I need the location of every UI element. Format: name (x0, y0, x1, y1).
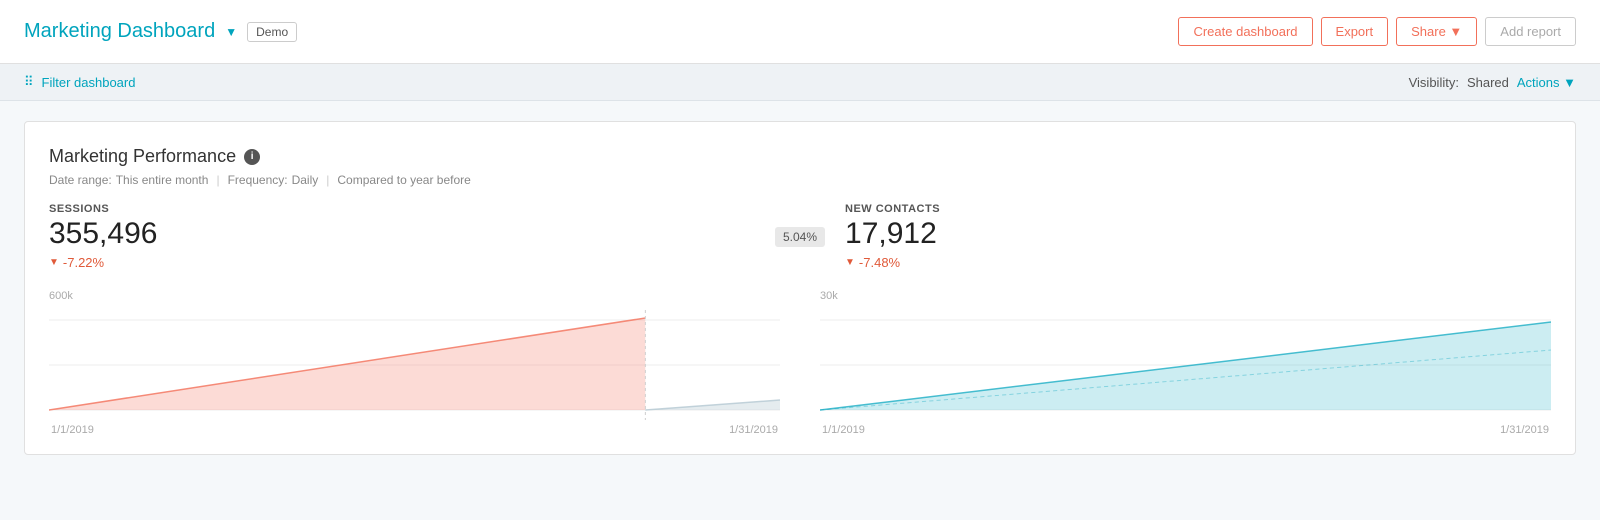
filter-bar: ⠿ Filter dashboard Visibility: Shared Ac… (0, 64, 1600, 101)
compared-label: Compared to year before (337, 173, 470, 187)
sessions-value: 355,496 (49, 217, 755, 251)
sessions-chart-svg (49, 310, 780, 420)
marketing-performance-card: Marketing Performance i Date range: This… (24, 121, 1576, 455)
stats-row: SESSIONS 355,496 ▼ -7.22% 5.04% NEW CONT… (49, 203, 1551, 270)
meta-separator-2: | (326, 173, 329, 187)
frequency-value: Daily (292, 173, 319, 187)
demo-badge: Demo (247, 22, 297, 42)
sessions-chart: 600k 1/1/2019 1/31/20 (49, 290, 780, 430)
sessions-stat-block: SESSIONS 355,496 ▼ -7.22% (49, 203, 755, 270)
date-range-value: This entire month (116, 173, 209, 187)
frequency-label: Frequency: (228, 173, 288, 187)
sessions-x-start: 1/1/2019 (51, 424, 94, 436)
new-contacts-chart: 30k 1/1/2019 1/31/2019 (820, 290, 1551, 430)
visibility-value: Shared (1467, 75, 1509, 90)
filter-right: Visibility: Shared Actions ▼ (1409, 75, 1576, 90)
sessions-x-end: 1/31/2019 (729, 424, 778, 436)
create-dashboard-button[interactable]: Create dashboard (1178, 17, 1312, 46)
chart-spacer (780, 290, 820, 430)
new-contacts-change-value: -7.48% (859, 255, 900, 270)
new-contacts-value: 17,912 (845, 217, 1551, 251)
filter-label: Filter dashboard (42, 75, 136, 90)
card-title-text: Marketing Performance (49, 146, 236, 167)
dashboard-title: Marketing Dashboard (24, 20, 215, 43)
charts-row: 600k 1/1/2019 1/31/20 (49, 290, 1551, 430)
header-right: Create dashboard Export Share ▼ Add repo… (1178, 17, 1576, 46)
export-button[interactable]: Export (1321, 17, 1389, 46)
meta-separator-1: | (216, 173, 219, 187)
contacts-chart-svg (820, 310, 1551, 420)
new-contacts-label: NEW CONTACTS (845, 203, 1551, 215)
visibility-label: Visibility: (1409, 75, 1459, 90)
new-contacts-change: ▼ -7.48% (845, 255, 1551, 270)
filter-dashboard-button[interactable]: ⠿ Filter dashboard (24, 74, 135, 90)
title-dropdown-icon[interactable]: ▼ (225, 25, 237, 39)
contacts-y-label: 30k (820, 290, 838, 302)
contacts-x-labels: 1/1/2019 1/31/2019 (820, 424, 1551, 436)
card-title-row: Marketing Performance i (49, 146, 1551, 167)
contacts-x-end: 1/31/2019 (1500, 424, 1549, 436)
card-meta: Date range: This entire month | Frequenc… (49, 173, 1551, 187)
info-icon[interactable]: i (244, 149, 260, 165)
add-report-button: Add report (1485, 17, 1576, 46)
sessions-down-arrow-icon: ▼ (49, 257, 59, 268)
contacts-x-start: 1/1/2019 (822, 424, 865, 436)
sessions-y-label: 600k (49, 290, 73, 302)
actions-button[interactable]: Actions ▼ (1517, 75, 1576, 90)
pct-badge: 5.04% (775, 227, 825, 247)
sessions-change: ▼ -7.22% (49, 255, 755, 270)
sessions-label: SESSIONS (49, 203, 755, 215)
filter-grid-icon: ⠿ (24, 74, 34, 90)
header-left: Marketing Dashboard ▼ Demo (24, 20, 297, 43)
share-button[interactable]: Share ▼ (1396, 17, 1477, 46)
sessions-x-labels: 1/1/2019 1/31/2019 (49, 424, 780, 436)
new-contacts-down-arrow-icon: ▼ (845, 257, 855, 268)
date-range-label: Date range: (49, 173, 112, 187)
sessions-change-value: -7.22% (63, 255, 104, 270)
main-content: Marketing Performance i Date range: This… (0, 101, 1600, 475)
new-contacts-stat-block: NEW CONTACTS 17,912 ▼ -7.48% (845, 203, 1551, 270)
header: Marketing Dashboard ▼ Demo Create dashbo… (0, 0, 1600, 64)
